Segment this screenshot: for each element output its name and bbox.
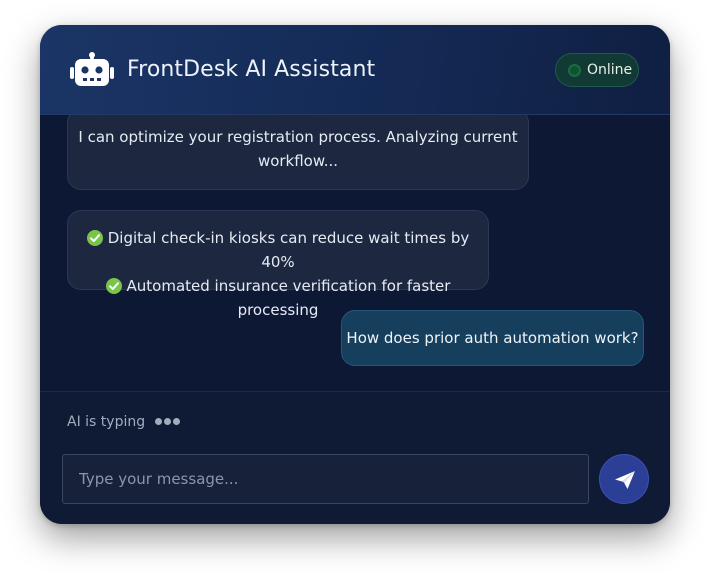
chat-header: FrontDesk AI Assistant Online (40, 25, 670, 115)
online-status-badge: Online (555, 53, 639, 87)
user-message: How does prior auth automation work? (341, 310, 644, 366)
message-text: How does prior auth automation work? (346, 329, 639, 347)
ai-message: Digital check-in kiosks can reduce wait … (67, 210, 489, 319)
list-item: Digital check-in kiosks can reduce wait … (68, 226, 488, 274)
chat-footer: AI is typing (40, 392, 670, 524)
ai-message: I can optimize your registration process… (67, 115, 529, 190)
chat-title: FrontDesk AI Assistant (127, 57, 376, 82)
typing-dots-icon (154, 411, 182, 431)
status-label: Online (587, 62, 633, 78)
chat-widget: FrontDesk AI Assistant Online I can opti… (40, 25, 670, 524)
send-icon (615, 471, 635, 489)
send-button[interactable] (599, 454, 649, 504)
page: FrontDesk AI Assistant Online I can opti… (0, 0, 710, 580)
check-icon (105, 278, 122, 294)
typing-label: AI is typing (67, 414, 146, 430)
message-input[interactable] (62, 454, 589, 504)
message-line: workflow... (257, 152, 339, 170)
status-dot-icon (568, 64, 581, 77)
list-item-text: Digital check-in kiosks can reduce wait … (107, 229, 470, 271)
message-list[interactable]: I can optimize your registration process… (40, 115, 670, 391)
message-line: I can optimize your registration process… (78, 128, 518, 146)
check-icon (86, 230, 103, 246)
typing-indicator: AI is typing (67, 412, 182, 432)
robot-icon (70, 52, 114, 86)
